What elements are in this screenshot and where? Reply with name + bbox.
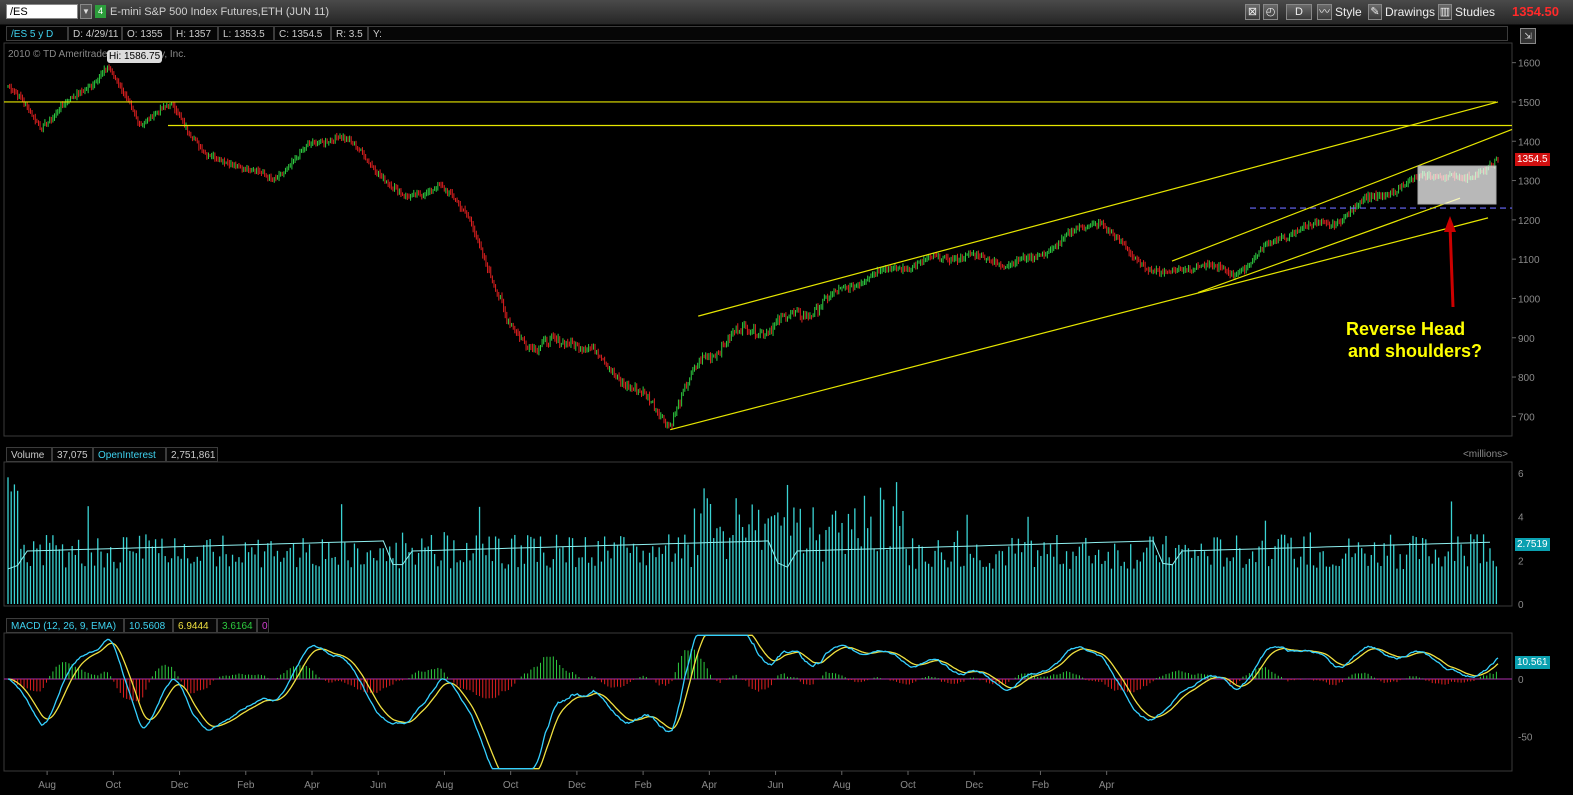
macd-lines — [4, 634, 1512, 770]
x-tick-label: Aug — [436, 780, 454, 791]
trendline-recent-lower — [1197, 197, 1461, 294]
macd-avg: 6.9444 — [173, 618, 217, 633]
x-tick-label: Apr — [1099, 780, 1115, 791]
x-tick-label: Jun — [767, 780, 783, 791]
macd-avg-line — [7, 634, 1499, 770]
volume-units: <millions> — [1462, 449, 1508, 460]
price-tick-label: 1500 — [1518, 98, 1541, 109]
price-tick-label: 900 — [1518, 334, 1535, 345]
highlight-box — [1417, 165, 1497, 205]
x-tick-label: Feb — [634, 780, 652, 791]
x-tick-label: Oct — [503, 780, 519, 791]
annotation-arrow — [1448, 225, 1455, 308]
low-readout: L: 1353.5 — [218, 26, 274, 41]
y-readout: Y: — [368, 26, 1508, 41]
macd-zero: 0 — [257, 618, 269, 633]
price-tick-label: 1300 — [1518, 177, 1541, 188]
price-tick-label: 1100 — [1518, 255, 1540, 266]
x-tick-label: Apr — [304, 780, 320, 791]
high-readout: H: 1357 — [171, 26, 218, 41]
price-candles — [7, 64, 1499, 430]
x-tick-label: Dec — [568, 780, 586, 791]
x-tick-label: Aug — [38, 780, 56, 791]
price-tick-label: 1600 — [1518, 59, 1541, 70]
open-readout: O: 1355 — [122, 26, 171, 41]
volume-tick-label: 0 — [1518, 600, 1524, 611]
macd-tick-label: -50 — [1518, 733, 1533, 744]
axes: 700 800 900 1000 1100 1200 1300 1400 1500 1600 Aug… — [38, 59, 1540, 791]
annotation-line-1: Reverse Head — [1346, 319, 1466, 339]
date-readout: D: 4/29/11 — [68, 26, 122, 41]
price-tick-label: 700 — [1518, 412, 1535, 423]
macd-value-line — [7, 634, 1499, 770]
x-tick-label: Feb — [1032, 780, 1050, 791]
volume-value: 37,075 — [52, 447, 93, 462]
macd-diff: 3.6164 — [217, 618, 257, 633]
range-readout: R: 3.5 — [331, 26, 368, 41]
x-tick-label: Aug — [833, 780, 851, 791]
trendlines — [4, 101, 1513, 431]
x-tick-label: Jun — [370, 780, 386, 791]
macd-label: MACD (12, 26, 9, EMA) — [6, 618, 124, 633]
expand-icon[interactable]: ⇲ — [1520, 28, 1536, 44]
volume-header: Volume 37,075 OpenInterest 2,751,861 <mi… — [6, 447, 1512, 462]
volume-bars — [7, 477, 1498, 604]
x-tick-label: Oct — [106, 780, 122, 791]
oi-value: 2,751,861 — [166, 447, 218, 462]
macd-last-tag: 10.561 — [1515, 656, 1550, 669]
x-tick-label: Apr — [702, 780, 718, 791]
symbol-period: /ES 5 y D — [6, 26, 68, 41]
close-readout: C: 1354.5 — [274, 26, 331, 41]
x-tick-label: Dec — [965, 780, 983, 791]
price-tick-label: 1400 — [1518, 137, 1541, 148]
annotation-line-2: and shoulders? — [1348, 341, 1483, 361]
arrow-head-icon — [1444, 216, 1456, 232]
price-tick-label: 1000 — [1518, 294, 1541, 305]
annotation-text: Reverse Head and shoulders? — [1346, 318, 1496, 362]
high-label: Hi: 1586.75 — [107, 50, 163, 63]
x-tick-label: Dec — [171, 780, 189, 791]
volume-tick-label: 2 — [1518, 556, 1524, 567]
price-tick-label: 1200 — [1518, 216, 1541, 227]
volume-tick-label: 6 — [1518, 469, 1524, 480]
trendline-upper-channel — [698, 101, 1499, 317]
macd-tick-label: 0 — [1518, 675, 1524, 686]
price-tick-label: 800 — [1518, 373, 1535, 384]
volume-tick-label: 4 — [1518, 513, 1524, 524]
chart-canvas[interactable]: 700 800 900 1000 1100 1200 1300 1400 1500 1600 Aug… — [0, 0, 1573, 795]
x-tick-label: Oct — [900, 780, 916, 791]
x-tick-label: Feb — [237, 780, 255, 791]
volume-label: Volume — [6, 447, 52, 462]
macd-value: 10.5608 — [124, 618, 173, 633]
price-last-tag: 1354.5 — [1515, 153, 1550, 166]
volume-last-tag: 2.7519 — [1515, 538, 1550, 551]
oi-label: OpenInterest — [93, 447, 166, 462]
